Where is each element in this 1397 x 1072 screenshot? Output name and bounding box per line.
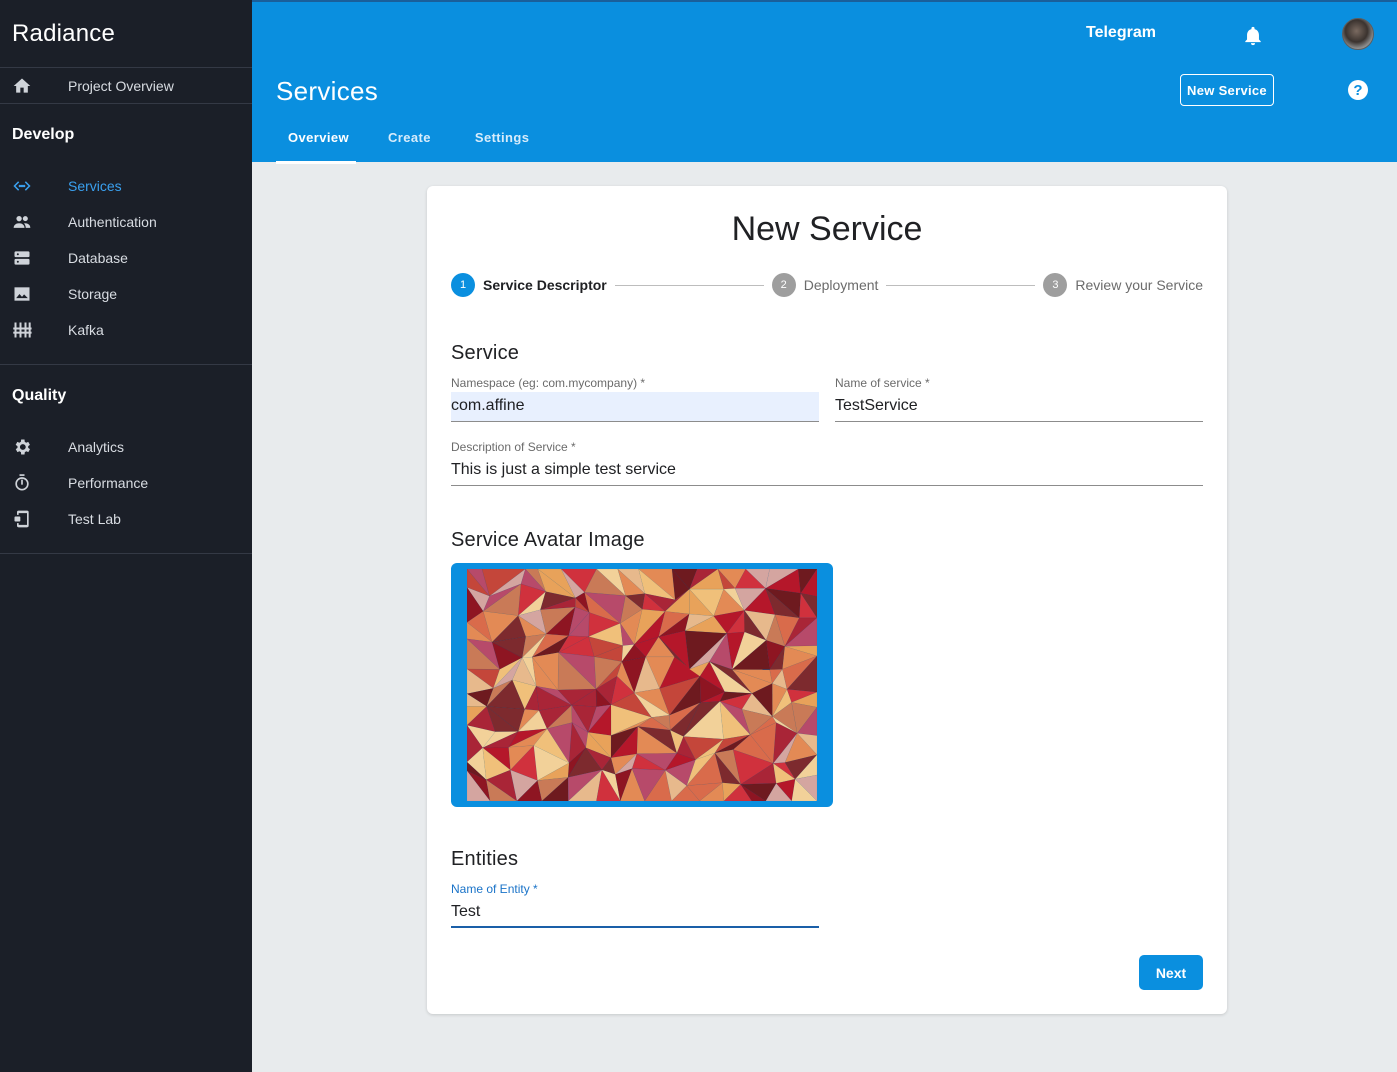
sidebar-item-analytics[interactable]: Analytics xyxy=(0,429,252,465)
stepper: 1 Service Descriptor 2 Deployment 3 Revi… xyxy=(451,273,1203,297)
step-label: Review your Service xyxy=(1075,277,1204,293)
sidebar-item-test-lab[interactable]: Test Lab xyxy=(0,501,252,537)
service-name-field[interactable]: Name of service * TestService xyxy=(835,376,1203,422)
field-label: Description of Service * xyxy=(451,440,576,454)
help-icon[interactable]: ? xyxy=(1348,80,1368,100)
entity-name-input[interactable]: Test xyxy=(451,898,819,928)
tab-overview[interactable]: Overview xyxy=(276,118,356,164)
step-connector xyxy=(614,284,764,286)
card-title: New Service xyxy=(731,210,923,248)
service-heading: Service xyxy=(451,342,520,364)
namespace-input[interactable]: com.affine xyxy=(451,392,819,422)
next-button[interactable]: Next xyxy=(1139,955,1203,990)
description-field[interactable]: Description of Service * This is just a … xyxy=(451,440,1203,486)
step-number: 2 xyxy=(771,273,796,297)
sidebar-item-label: Test Lab xyxy=(68,511,121,527)
sidebar-section-develop: Develop Services Authentication Database… xyxy=(0,104,252,365)
avatar-image-picker[interactable] xyxy=(451,563,833,807)
field-label: Namespace (eg: com.mycompany) * xyxy=(451,376,646,390)
service-name-input[interactable]: TestService xyxy=(835,392,1203,422)
section-title: Develop xyxy=(12,126,75,143)
step-deployment[interactable]: 2 Deployment xyxy=(771,273,879,297)
new-service-card: New Service 1 Service Descriptor 2 Deplo… xyxy=(427,186,1227,1014)
step-connector xyxy=(886,284,1036,286)
section-title: Quality xyxy=(12,387,67,404)
image-icon xyxy=(0,284,68,304)
avatar-heading: Service Avatar Image xyxy=(451,529,645,551)
field-label: Name of service * xyxy=(835,376,930,390)
entities-heading: Entities xyxy=(451,848,519,870)
sidebar-item-label: Performance xyxy=(68,475,149,491)
sidebar-item-label: Kafka xyxy=(68,322,104,338)
step-number: 3 xyxy=(1043,273,1068,297)
step-number: 1 xyxy=(451,273,475,297)
user-avatar[interactable] xyxy=(1342,18,1374,50)
sidebar-item-label: Services xyxy=(68,178,122,194)
step-label: Service Descriptor xyxy=(483,277,607,293)
sidebar-item-label: Database xyxy=(68,250,128,266)
sidebar-item-services[interactable]: Services xyxy=(0,168,252,204)
device-icon xyxy=(0,509,68,529)
tab-settings[interactable]: Settings xyxy=(463,118,541,162)
gear-icon xyxy=(0,437,68,457)
project-selector[interactable]: Telegram xyxy=(1086,24,1156,42)
sidebar-item-label: Project Overview xyxy=(68,77,174,94)
sidebar-section-quality: Quality Analytics Performance Test Lab xyxy=(0,365,252,554)
entity-name-field[interactable]: Name of Entity * Test xyxy=(451,882,819,928)
sidebar-item-performance[interactable]: Performance xyxy=(0,465,252,501)
storage-icon xyxy=(0,248,68,268)
avatar-image xyxy=(467,569,817,801)
description-input[interactable]: This is just a simple test service xyxy=(451,456,1203,486)
sidebar-item-project-overview[interactable]: Project Overview xyxy=(0,68,252,104)
top-header: Telegram Services New Service ? Overview… xyxy=(252,0,1397,164)
sidebar-item-label: Analytics xyxy=(68,439,125,455)
code-icon xyxy=(0,176,68,196)
sidebar-item-database[interactable]: Database xyxy=(0,240,252,276)
step-review[interactable]: 3 Review your Service xyxy=(1043,273,1203,297)
tab-bar: Overview Create Settings xyxy=(276,118,541,164)
namespace-field[interactable]: Namespace (eg: com.mycompany) * com.affi… xyxy=(451,376,819,422)
sidebar-item-authentication[interactable]: Authentication xyxy=(0,204,252,240)
sidebar-item-label: Authentication xyxy=(68,214,157,230)
sidebar-item-label: Storage xyxy=(68,286,118,302)
page-title: Services xyxy=(276,76,379,106)
step-label: Deployment xyxy=(803,277,879,293)
tab-create[interactable]: Create xyxy=(376,118,443,162)
app-title: Radiance xyxy=(0,0,252,68)
timer-icon xyxy=(0,473,68,493)
step-service-descriptor[interactable]: 1 Service Descriptor xyxy=(451,273,607,297)
home-icon xyxy=(0,76,68,96)
equalizer-icon xyxy=(0,320,68,340)
field-label: Name of Entity * xyxy=(451,882,538,896)
people-icon xyxy=(0,212,68,232)
sidebar-item-storage[interactable]: Storage xyxy=(0,276,252,312)
new-service-button[interactable]: New Service xyxy=(1180,74,1274,106)
sidebar-item-kafka[interactable]: Kafka xyxy=(0,312,252,348)
bell-icon[interactable] xyxy=(1242,24,1264,48)
sidebar: Radiance Project Overview Develop Servic… xyxy=(0,0,252,1072)
